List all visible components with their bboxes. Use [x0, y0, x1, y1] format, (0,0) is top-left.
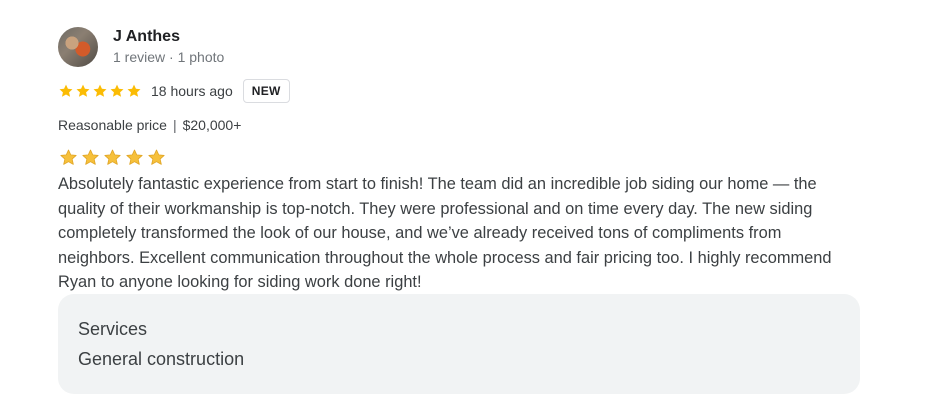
price-label: Reasonable price: [58, 117, 167, 133]
services-title: Services: [78, 319, 148, 339]
star-icon: [126, 149, 143, 165]
services-value: General construction: [78, 349, 245, 369]
star-icon: [148, 149, 165, 165]
star-icon: [59, 84, 73, 97]
price-row: Reasonable price | $20,000+: [58, 117, 241, 133]
star-icon: [76, 84, 90, 97]
reviewer-meta: 1 review · 1 photo: [113, 49, 225, 65]
review-stars: [59, 148, 166, 167]
new-badge: NEW: [242, 79, 290, 103]
review-time: 18 hours ago: [151, 83, 233, 99]
price-separator: |: [172, 117, 177, 133]
review-text: Absolutely fantastic experience from sta…: [58, 175, 832, 291]
price-value: $20,000+: [182, 117, 242, 133]
reviewer-name[interactable]: J Anthes: [113, 28, 180, 46]
star-icon: [110, 84, 124, 97]
star-icon: [104, 149, 121, 165]
star-icon: [82, 149, 99, 165]
rating-stars: [58, 83, 142, 99]
rating-row: 18 hours ago NEW: [58, 78, 290, 104]
star-icon: [93, 84, 107, 97]
avatar[interactable]: [58, 27, 98, 67]
star-icon: [127, 84, 141, 97]
star-icon: [60, 149, 77, 165]
services-card: Services General construction: [58, 294, 860, 394]
